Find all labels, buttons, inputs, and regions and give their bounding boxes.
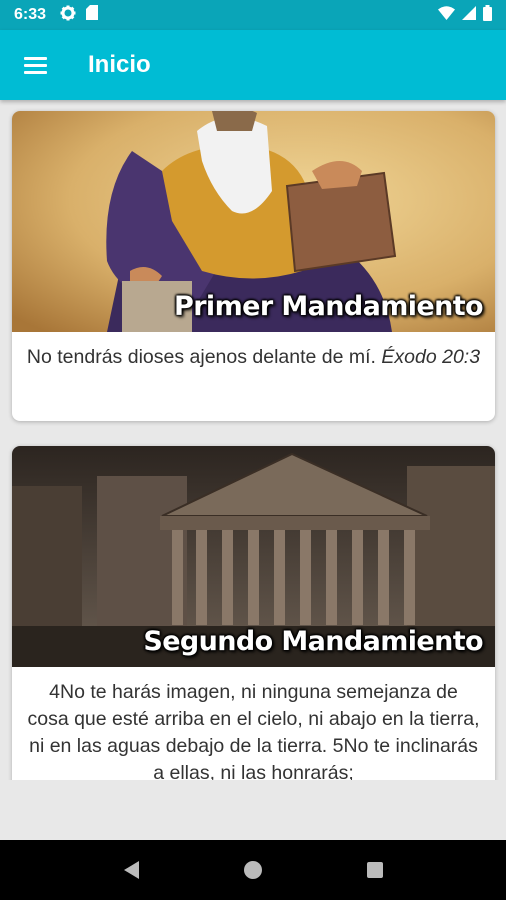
status-time: 6:33 [14,6,47,23]
app-bar: Inicio [0,30,506,100]
home-button[interactable] [233,850,273,890]
back-button[interactable] [111,850,151,890]
wifi-icon [438,5,455,25]
verse-text: No tendrás dioses ajenos delante de mí. [26,346,376,368]
card-verse: No tendrás dioses ajenos delante de mí. … [12,332,495,383]
navigation-bar [0,840,506,900]
back-icon [123,861,139,879]
commandment-card-1[interactable]: Primer Mandamiento No tendrás dioses aje… [12,111,495,421]
sd-card-icon [86,5,99,25]
page-title: Inicio [88,51,151,78]
pantheon-image: Segundo Mandamiento [12,446,495,667]
card-title: Segundo Mandamiento [143,626,483,657]
commandment-card-2[interactable]: Segundo Mandamiento 4No te harás imagen,… [12,446,495,780]
status-bar: 6:33 [0,0,506,30]
recents-button[interactable] [355,850,395,890]
card-title: Primer Mandamiento [174,291,484,322]
signal-icon [462,5,476,25]
verse-text: 4No te harás imagen, ni ninguna semejanz… [27,681,480,780]
hamburger-menu-icon [23,56,47,74]
battery-icon [483,4,492,26]
recents-icon [367,862,383,878]
menu-button[interactable] [0,30,70,100]
home-icon [244,861,262,879]
card-verse: 4No te harás imagen, ni ninguna semejanz… [12,667,495,780]
verse-reference: Éxodo 20:3 [381,346,481,368]
commandments-list[interactable]: Primer Mandamiento No tendrás dioses aje… [0,100,506,780]
gear-icon [60,5,76,26]
moses-painting-image: Primer Mandamiento [12,111,495,332]
